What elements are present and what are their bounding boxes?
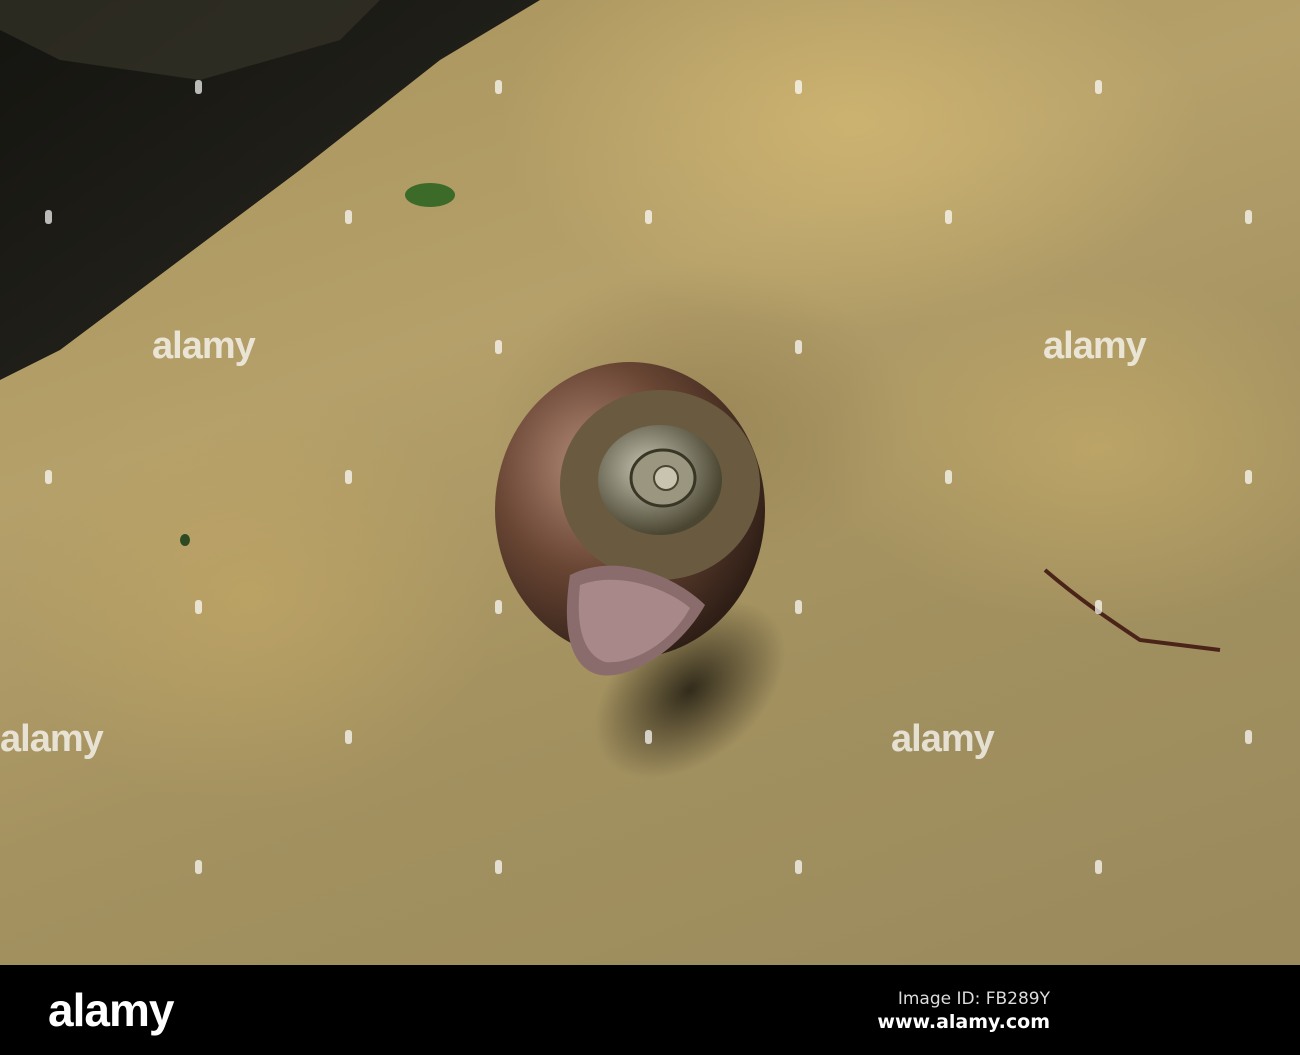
watermark-dot <box>195 860 202 874</box>
alamy-logo: alamy <box>48 984 174 1036</box>
watermark-dot <box>1245 730 1252 744</box>
watermark-dot <box>495 340 502 354</box>
watermark-dot <box>945 210 952 224</box>
watermark-dot <box>495 860 502 874</box>
watermark-dot <box>1095 860 1102 874</box>
image-id: Image ID: FB289Y <box>897 989 1050 1009</box>
watermark-dot <box>1245 210 1252 224</box>
watermark-dot <box>945 470 952 484</box>
watermark-dot <box>495 80 502 94</box>
footer-bar: alamy Image ID: FB289Y www.alamy.com <box>0 965 1300 1055</box>
watermark: alamy <box>891 718 995 760</box>
watermark-dot <box>1095 80 1102 94</box>
watermark-dot <box>45 210 52 224</box>
watermark-dot <box>1095 600 1102 614</box>
watermark-dot <box>795 860 802 874</box>
watermark-dot <box>345 730 352 744</box>
watermark-dot <box>195 600 202 614</box>
website-link[interactable]: www.alamy.com <box>877 1011 1050 1033</box>
watermark-dot <box>45 470 52 484</box>
photo: alamy alamy alamy alamy <box>0 0 1300 965</box>
watermark-dot <box>495 600 502 614</box>
watermark-dot <box>795 340 802 354</box>
watermark-dot <box>795 600 802 614</box>
watermark-dot <box>345 210 352 224</box>
watermark-dot <box>795 80 802 94</box>
snail-shell <box>495 362 765 676</box>
watermark: alamy <box>1043 325 1147 367</box>
watermark: alamy <box>152 325 256 367</box>
watermark-dot <box>345 470 352 484</box>
watermark-dot <box>645 210 652 224</box>
watermark-dot <box>195 80 202 94</box>
watermark-dot <box>1245 470 1252 484</box>
watermark-dot <box>645 730 652 744</box>
watermark: alamy <box>0 718 104 760</box>
